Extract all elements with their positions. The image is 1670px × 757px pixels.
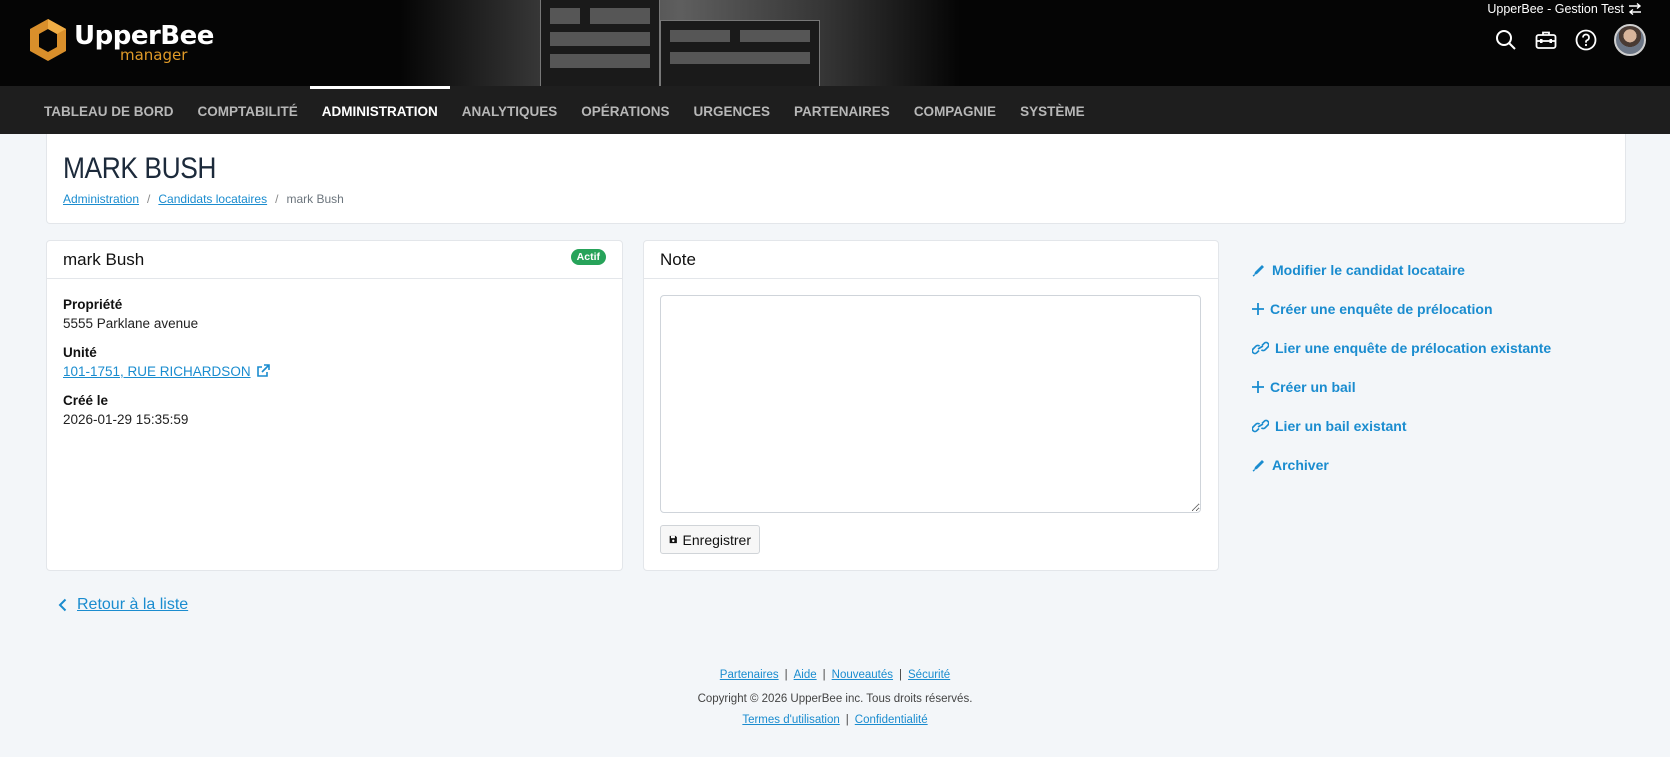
external-link-icon [257,364,271,377]
back-to-list-link[interactable]: Retour à la liste [58,596,188,614]
property-label: Propriété [63,297,123,312]
main-nav: TABLEAU DE BORD COMPTABILITÉ ADMINISTRAT… [0,86,1670,134]
plus-icon [1252,380,1264,393]
footer-links: Partenaires | Aide | Nouveautés | Sécurité [719,669,951,681]
hexagon-logo-icon [30,19,66,61]
note-textarea[interactable] [660,295,1201,513]
action-archiver[interactable]: Archiver [1252,445,1551,484]
link-icon [1252,341,1269,354]
note-title: Note [660,249,696,269]
nav-item-urgences[interactable]: URGENCES [682,86,783,134]
nav-item-partenaires[interactable]: PARTENAIRES [782,86,902,134]
unit-link-text: 101-1751, RUE RICHARDSON [63,364,251,379]
action-label: Créer une enquête de prélocation [1270,300,1493,317]
action-lier-enquete[interactable]: Lier une enquête de prélocation existant… [1252,328,1551,367]
status-badge: Actif [570,248,606,265]
action-lier-bail[interactable]: Lier un bail existant [1252,406,1551,445]
account-switcher[interactable]: UpperBee - Gestion Test [1487,2,1642,16]
candidate-card: mark Bush Actif Propriété 5555 Parklane … [46,240,623,571]
action-label: Modifier le candidat locataire [1272,261,1465,278]
back-label: Retour à la liste [77,596,189,613]
unit-link[interactable]: 101-1751, RUE RICHARDSON [63,364,251,379]
footer-link-nouveautes[interactable]: Nouveautés [832,669,893,681]
nav-item-administration[interactable]: ADMINISTRATION [309,86,450,134]
breadcrumb-link-candidats[interactable]: Candidats locataires [158,192,267,206]
nav-item-comptabilite[interactable]: COMPTABILITÉ [186,86,310,134]
breadcrumb-current: mark Bush [286,192,344,206]
footer-legal: Termes d'utilisation | Confidentialité [742,714,928,726]
swap-icon [1628,3,1642,15]
copyright-text: Copyright © 2026 UpperBee inc. Tous droi… [697,693,973,705]
help-icon[interactable] [1574,28,1598,52]
toolbox-icon[interactable] [1534,28,1558,52]
created-value: 2026-01-29 15:35:59 [63,412,189,427]
footer-link-aide[interactable]: Aide [794,669,817,681]
breadcrumb-link-administration[interactable]: Administration [63,192,139,206]
unit-label: Unité [63,345,97,360]
actions-list: Modifier le candidat locataire Créer une… [1252,250,1551,484]
brand-subtitle: manager [120,46,188,64]
chevron-left-icon [58,598,67,612]
pencil-icon [1252,459,1264,472]
brand-logo[interactable]: UpperBee manager [28,16,214,64]
created-label: Créé le [63,393,109,408]
page-header-card: MARK BUSH Administration / Candidats locat… [46,134,1626,224]
nav-item-operations[interactable]: OPÉRATIONS [569,86,681,134]
page-title: MARK BUSH [63,152,216,185]
pencil-icon [1252,264,1264,277]
action-creer-bail[interactable]: Créer un bail [1252,367,1551,406]
action-label: Créer un bail [1270,378,1356,395]
top-header: UpperBee manager UpperBee - Gestion Test [0,0,1670,86]
account-name: UpperBee - Gestion Test [1487,2,1624,16]
footer-link-termes[interactable]: Termes d'utilisation [742,714,839,726]
save-label: Enregistrer [682,531,751,548]
footer-link-partenaires[interactable]: Partenaires [720,669,779,681]
save-button[interactable]: Enregistrer [660,525,760,554]
action-label: Lier un bail existant [1275,417,1407,434]
avatar[interactable] [1614,24,1646,56]
property-value: 5555 Parklane avenue [63,316,199,331]
candidate-name: mark Bush [63,249,145,269]
footer-link-confidentialite[interactable]: Confidentialité [855,714,928,726]
action-label: Lier une enquête de prélocation existant… [1275,339,1552,356]
floppy-disk-icon [669,535,677,544]
nav-item-analytiques[interactable]: ANALYTIQUES [450,86,570,134]
nav-item-compagnie[interactable]: COMPAGNIE [902,86,1008,134]
nav-item-systeme[interactable]: SYSTÈME [1008,86,1097,134]
nav-item-tableau-de-bord[interactable]: TABLEAU DE BORD [32,86,186,134]
action-creer-enquete[interactable]: Créer une enquête de prélocation [1252,289,1551,328]
note-card: Note Enregistrer [643,240,1219,571]
action-modifier-candidat[interactable]: Modifier le candidat locataire [1252,250,1551,289]
breadcrumb: Administration / Candidats locataires / mark… [63,192,344,206]
header-background-building [400,0,960,86]
footer-link-securite[interactable]: Sécurité [908,669,950,681]
search-icon[interactable] [1494,28,1518,52]
footer-copyright: Copyright © 2026 UpperBee inc. Tous droi… [0,693,1670,705]
action-label: Archiver [1272,456,1329,473]
plus-icon [1252,302,1264,315]
link-icon [1252,419,1269,432]
